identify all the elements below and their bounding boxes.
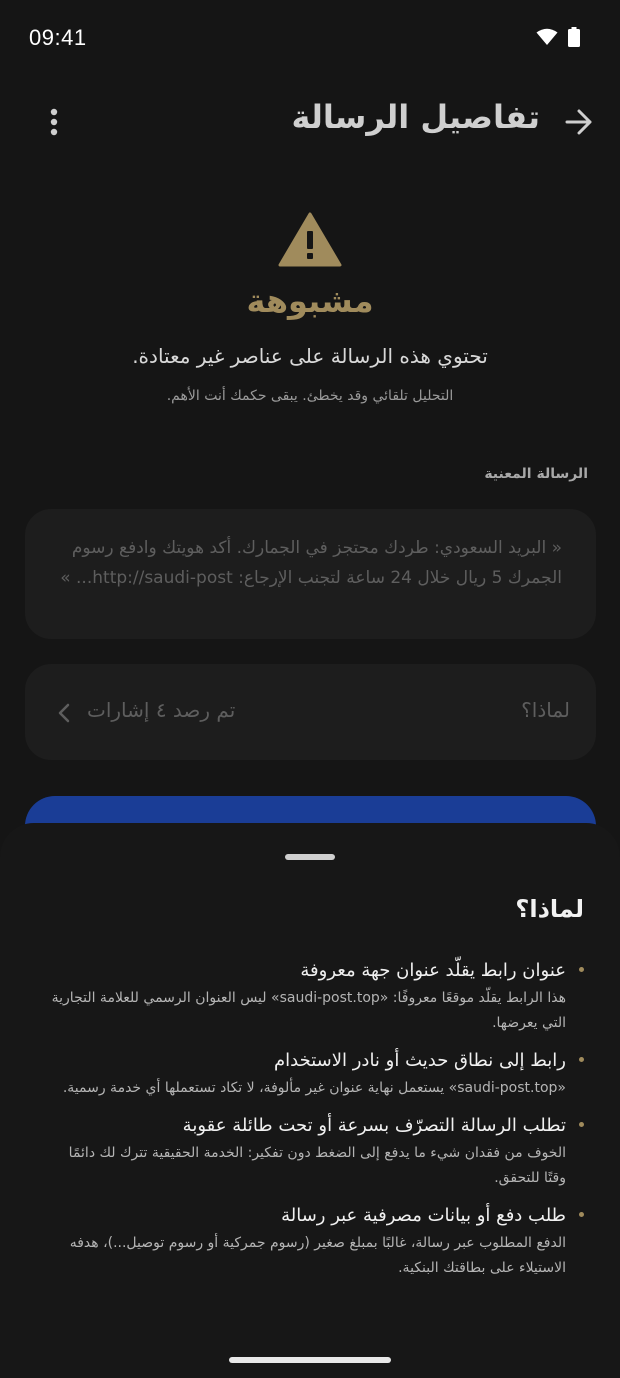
bullet-icon bbox=[579, 967, 584, 972]
battery-icon bbox=[568, 27, 580, 47]
status-icons bbox=[536, 27, 580, 47]
chevron-left-icon bbox=[58, 703, 70, 723]
drag-handle[interactable] bbox=[285, 854, 335, 860]
reasons-list: عنوان رابط يقلّد عنوان جهة معروفة هذا ال… bbox=[44, 959, 584, 1294]
reason-title: عنوان رابط يقلّد عنوان جهة معروفة bbox=[300, 960, 566, 981]
reason-item: رابط إلى نطاق حديث أو نادر الاستخدام «sa… bbox=[44, 1049, 584, 1101]
warning-triangle-icon bbox=[278, 212, 342, 267]
bullet-icon bbox=[579, 1212, 584, 1217]
wifi-icon bbox=[536, 28, 558, 45]
reason-title: رابط إلى نطاق حديث أو نادر الاستخدام bbox=[274, 1050, 566, 1071]
reason-item: طلب دفع أو بيانات مصرفية عبر رسالة الدفع… bbox=[44, 1204, 584, 1281]
reason-item: عنوان رابط يقلّد عنوان جهة معروفة هذا ال… bbox=[44, 959, 584, 1036]
sheet-title: لماذا؟ bbox=[515, 895, 584, 923]
verdict-note: التحليل تلقائي وقد يخطئ. يبقى حكمك أنت ا… bbox=[166, 388, 454, 404]
reason-title: تطلب الرسالة التصرّف بسرعة أو تحت طائلة … bbox=[182, 1115, 566, 1136]
more-vert-icon[interactable] bbox=[42, 106, 66, 138]
why-row-label: لماذا؟ bbox=[521, 698, 570, 722]
reason-item: تطلب الرسالة التصرّف بسرعة أو تحت طائلة … bbox=[44, 1114, 584, 1191]
reason-description: هذا الرابط يقلّد موقعًا معروفًا: «saudi-… bbox=[51, 990, 566, 1031]
verdict-label: مشبوهة bbox=[246, 282, 374, 320]
arrow-right-icon[interactable] bbox=[564, 104, 594, 140]
reason-title: طلب دفع أو بيانات مصرفية عبر رسالة bbox=[281, 1205, 566, 1226]
reason-description: الخوف من فقدان شيء ما يدفع إلى الضغط دون… bbox=[68, 1145, 566, 1186]
reason-description: الدفع المطلوب عبر رسالة، غالبًا بمبلغ صغ… bbox=[69, 1235, 566, 1276]
message-section-label: الرسالة المعنية bbox=[484, 466, 588, 482]
why-row[interactable]: لماذا؟ تم رصد ٤ إشارات bbox=[25, 664, 596, 760]
status-bar: 09:41 bbox=[0, 0, 620, 76]
reason-description: «saudi-post.top» يستعمل نهاية عنوان غير … bbox=[62, 1080, 566, 1096]
home-indicator[interactable] bbox=[229, 1357, 391, 1363]
app-bar: تفاصيل الرسالة bbox=[0, 90, 620, 154]
message-text: « البريد السعودي: طردك محتجز في الجمارك.… bbox=[60, 538, 562, 588]
verdict-description: تحتوي هذه الرسالة على عناصر غير معتادة. bbox=[132, 344, 488, 368]
status-time: 09:41 bbox=[29, 25, 87, 50]
message-card: « البريد السعودي: طردك محتجز في الجمارك.… bbox=[25, 509, 596, 639]
page-title: تفاصيل الرسالة bbox=[291, 98, 540, 136]
bullet-icon bbox=[579, 1122, 584, 1127]
signals-count: تم رصد ٤ إشارات bbox=[87, 698, 236, 722]
bullet-icon bbox=[579, 1057, 584, 1062]
bottom-sheet: لماذا؟ عنوان رابط يقلّد عنوان جهة معروفة… bbox=[0, 823, 620, 1378]
